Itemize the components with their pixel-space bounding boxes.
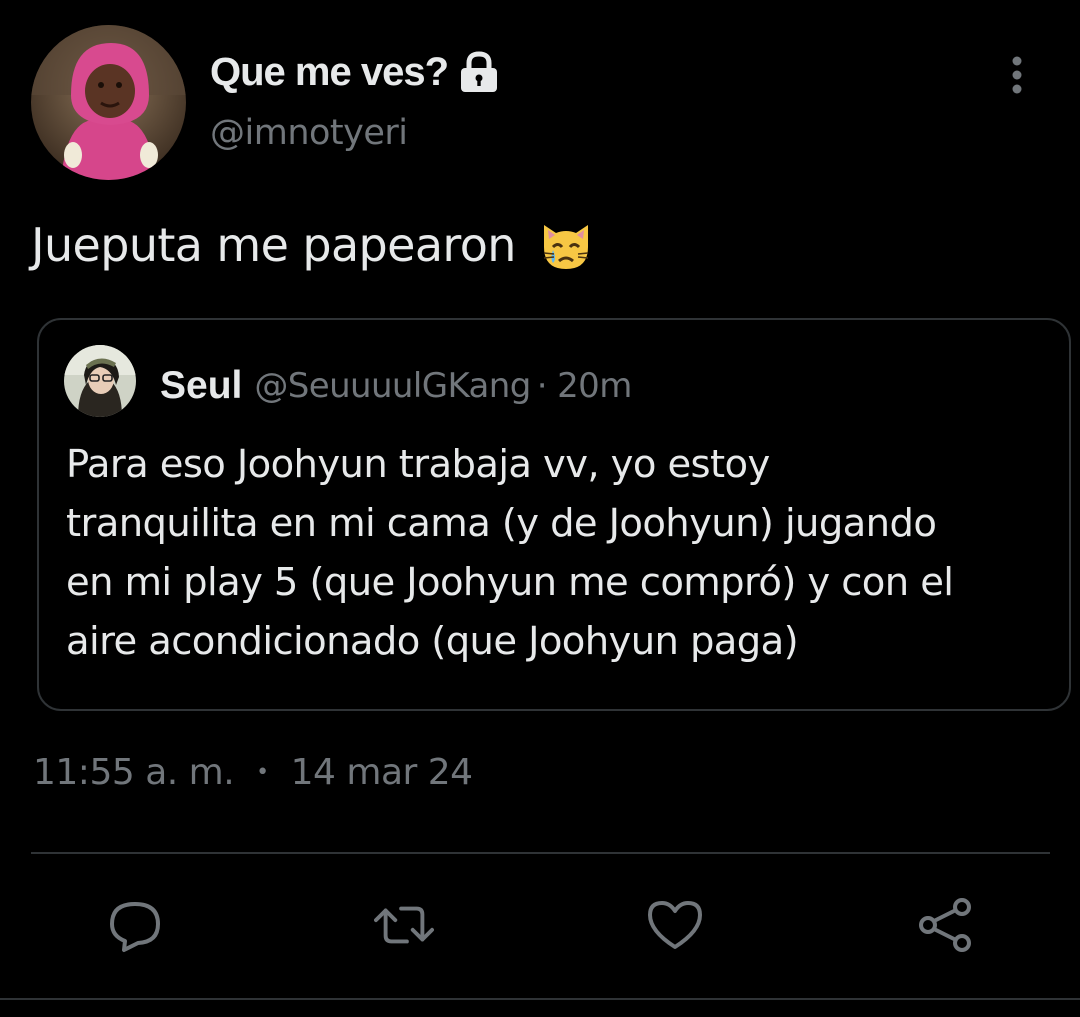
quoted-tweet-header: Seul @SeuuuulGKang · 20m <box>160 360 632 412</box>
quoted-text-line: tranquilita en mi cama (y de Joohyun) ju… <box>66 501 937 546</box>
quoted-text-line: Para eso Joohyun trabaja vv, yo estoy <box>66 442 770 487</box>
like-icon <box>648 901 702 949</box>
quoted-author-avatar[interactable] <box>64 345 136 417</box>
share-icon <box>919 898 971 952</box>
divider <box>0 998 1080 1000</box>
quoted-tweet-card[interactable]: Seul @SeuuuulGKang · 20m Para eso Joohyu… <box>37 318 1071 711</box>
crying-cat-face-emoji-icon <box>543 225 588 269</box>
quoted-tweet-age: · 20m <box>536 366 633 406</box>
reply-icon <box>110 902 160 952</box>
quoted-text-line: en mi play 5 (que Joohyun me compró) y c… <box>66 560 954 605</box>
timestamp-separator: • <box>256 760 269 785</box>
lock-icon <box>461 51 498 92</box>
more-options-icon[interactable] <box>1002 55 1032 95</box>
tweet-date[interactable]: 14 mar 24 <box>291 752 473 793</box>
reply-button[interactable] <box>105 895 165 955</box>
author-name-row: Que me ves? <box>210 44 500 100</box>
divider <box>31 852 1050 854</box>
quoted-text-line: aire acondicionado (que Joohyun paga) <box>66 619 799 664</box>
tweet-text: Jueputa me papearon <box>31 217 594 273</box>
author-avatar[interactable] <box>31 25 186 180</box>
share-button[interactable] <box>915 895 975 955</box>
quoted-author-name[interactable]: Seul <box>160 364 242 408</box>
quoted-author-handle[interactable]: @SeuuuulGKang <box>254 366 531 406</box>
author-display-name[interactable]: Que me ves? <box>210 50 449 95</box>
author-handle[interactable]: @imnotyeri <box>210 113 408 153</box>
retweet-icon <box>374 906 434 944</box>
tweet-text-content: Jueputa me papearon <box>31 218 516 272</box>
like-button[interactable] <box>645 895 705 955</box>
tweet-time[interactable]: 11:55 a. m. <box>33 752 235 793</box>
retweet-button[interactable] <box>374 895 434 955</box>
tweet-timestamp: 11:55 a. m. • 14 mar 24 <box>33 752 473 793</box>
quoted-tweet-text: Para eso Joohyun trabaja vv, yo estoy tr… <box>66 435 1046 671</box>
